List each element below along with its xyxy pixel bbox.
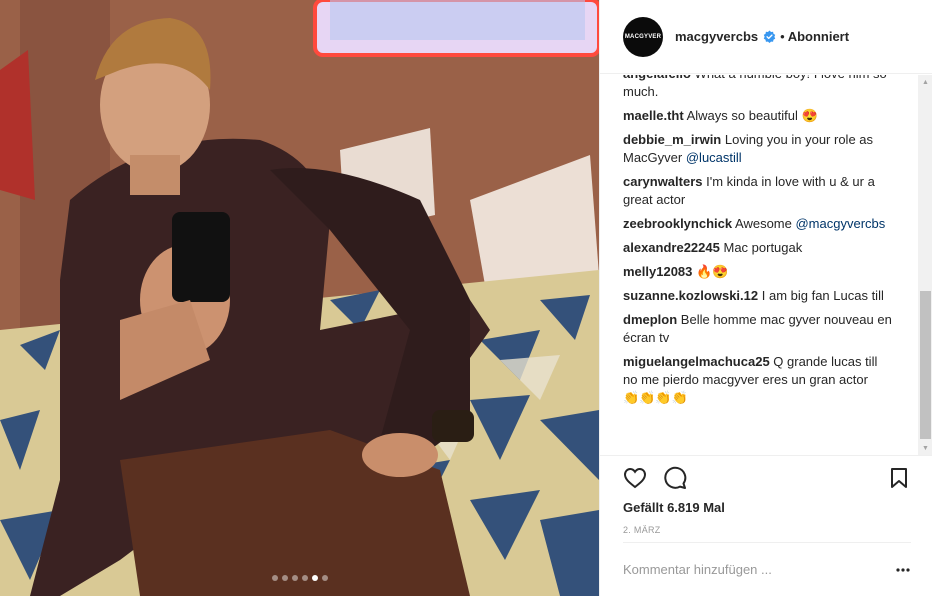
heart-icon[interactable] [622, 465, 648, 491]
comment-input[interactable] [623, 562, 873, 577]
post-actions: Gefällt 6.819 Mal 2. MÄRZ [600, 455, 932, 535]
add-comment-section [623, 542, 911, 596]
likes-count[interactable]: Gefällt 6.819 Mal [623, 500, 725, 515]
comment-item: dmeplon Belle homme mac gyver nouveau en… [623, 311, 893, 347]
comment-username[interactable]: dmeplon [623, 312, 677, 327]
comment-item: suzanne.kozlowski.12 I am big fan Lucas … [623, 287, 893, 305]
comment-username[interactable]: miguelangelmachuca25 [623, 354, 770, 369]
scroll-up-arrow-icon[interactable]: ▲ [918, 75, 932, 89]
comment-mention-link[interactable]: @lucastill [686, 150, 742, 165]
post-header: MACGYVER macgyvercbs • Abonniert [600, 0, 932, 74]
carousel-dot[interactable] [301, 575, 308, 581]
comments-list: angelafello What a humble boy! I love hi… [600, 75, 918, 455]
comment-username[interactable]: debbie_m_irwin [623, 132, 721, 147]
bookmark-icon[interactable] [886, 465, 912, 491]
comment-item: debbie_m_irwin Loving you in your role a… [623, 131, 893, 167]
comment-icon[interactable] [662, 465, 688, 491]
comment-username[interactable]: maelle.tht [623, 108, 684, 123]
comment-username[interactable]: carynwalters [623, 174, 703, 189]
comment-item: maelle.tht Always so beautiful 😍 [623, 107, 893, 125]
comment-item: melly12083 🔥😍 [623, 263, 893, 281]
username[interactable]: macgyvercbs [675, 29, 758, 44]
comment-item: zeebrooklynchick Awesome @macgyvercbs [623, 215, 893, 233]
carousel-dot[interactable] [321, 575, 328, 581]
comment-text: Awesome [735, 216, 792, 231]
comment-username[interactable]: zeebrooklynchick [623, 216, 732, 231]
comment-mention-link[interactable]: @macgyvercbs [795, 216, 885, 231]
carousel-dot[interactable] [291, 575, 298, 581]
comment-text: Mac portugak [723, 240, 803, 255]
comment-item: carynwalters I'm kinda in love with u & … [623, 173, 893, 209]
comment-text: 🔥😍 [696, 264, 729, 279]
comment-item: miguelangelmachuca25 Q grande lucas till… [623, 353, 893, 407]
post-photo[interactable] [0, 0, 599, 596]
comment-username[interactable]: angelafello [623, 75, 691, 81]
post-date: 2. MÄRZ [623, 525, 661, 535]
verified-badge-icon [763, 30, 776, 43]
carousel-dot[interactable] [281, 575, 288, 581]
scroll-down-arrow-icon[interactable]: ▼ [918, 441, 932, 455]
comment-username[interactable]: alexandre22245 [623, 240, 720, 255]
comment-text: Always so beautiful 😍 [686, 108, 818, 123]
more-options-icon[interactable] [895, 562, 911, 578]
post-details-panel: MACGYVER macgyvercbs • Abonniert angelaf… [599, 0, 932, 596]
carousel-dot[interactable] [271, 575, 278, 581]
carousel-dot[interactable] [311, 575, 318, 581]
comments-scrollbar[interactable]: ▲ ▼ [918, 75, 932, 455]
comment-item: alexandre22245 Mac portugak [623, 239, 893, 257]
comment-username[interactable]: suzanne.kozlowski.12 [623, 288, 758, 303]
scroll-thumb[interactable] [920, 291, 931, 439]
comment-item: angelafello What a humble boy! I love hi… [623, 75, 893, 101]
comment-username[interactable]: melly12083 [623, 264, 692, 279]
carousel-indicator [0, 575, 599, 581]
photo-scene [0, 0, 599, 596]
comment-text: I am big fan Lucas till [761, 288, 884, 303]
avatar-logo-text: MACGYVER [624, 33, 662, 40]
avatar[interactable]: MACGYVER [623, 16, 663, 57]
header-separator: • [780, 29, 785, 44]
follow-status-button[interactable]: Abonniert [788, 29, 849, 44]
comment-emoji: 👏👏👏👏 [623, 390, 688, 405]
